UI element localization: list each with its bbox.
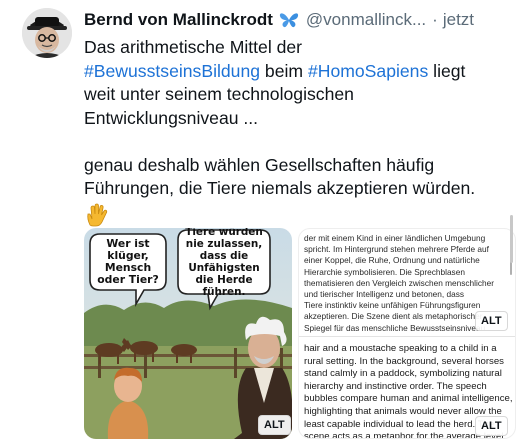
post-image-illustration[interactable]: Wer ist klüger, Mensch oder Tier? Tiere … bbox=[84, 228, 292, 439]
separator-dot: · bbox=[432, 10, 438, 29]
alt-text-line: rural setting. In the background, severa… bbox=[304, 355, 504, 367]
alt-text-line: bubbles compare human and animal intelli… bbox=[304, 393, 513, 405]
author-handle[interactable]: @vonmallinck... bbox=[306, 10, 426, 30]
post-text-fragment: beim bbox=[260, 60, 308, 81]
butterfly-icon bbox=[278, 11, 300, 29]
alt-text-line: der mit einem Kind in einer ländlichen U… bbox=[304, 233, 486, 243]
alt-text-line: akzeptieren. Die Szene dient als metapho… bbox=[304, 311, 483, 322]
speech-bubble-right-text: Tiere würden nie zulassen, dass die Unfä… bbox=[185, 228, 263, 298]
post-text-line: #BewusstseinsBildung beim #HomoSapiens l… bbox=[84, 60, 514, 84]
divider bbox=[299, 336, 515, 337]
alt-text-line: Tiere instinktiv keine unfähigen Führung… bbox=[304, 300, 481, 311]
alt-badge[interactable]: ALT bbox=[258, 415, 291, 435]
post-text-line: Entwicklungsniveau ... bbox=[84, 107, 259, 128]
timestamp[interactable]: jetzt bbox=[443, 10, 474, 30]
post-image-alt-text[interactable]: der mit einem Kind in einer ländlichen U… bbox=[298, 228, 516, 439]
hashtag-link[interactable]: #BewusstseinsBildung bbox=[84, 61, 260, 81]
alt-text-line: thematisieren den Vergleich zwischen men… bbox=[304, 277, 495, 288]
author-name[interactable]: Bernd von Mallinckrodt bbox=[84, 10, 273, 30]
post-text-fragment: liegt bbox=[428, 60, 466, 81]
post-header: Bernd von Mallinckrodt @vonmallinck... ·… bbox=[84, 9, 508, 31]
alt-text-line: hair and a moustache speaking to a child… bbox=[304, 343, 497, 354]
media-grid: Wer ist klüger, Mensch oder Tier? Tiere … bbox=[84, 228, 516, 439]
alt-text-line: Spiegel für das menschliche Bewusstseins… bbox=[304, 322, 488, 333]
post-text-line: weit unter seinem technologischen bbox=[84, 84, 354, 104]
speech-bubble-right: Tiere würden nie zulassen, dass die Unfä… bbox=[180, 228, 268, 298]
alt-text-line: hierarchy and instinctive order. The spe… bbox=[304, 380, 487, 392]
alt-text-line: Hierarchie symbolisieren. Die Sprechblas… bbox=[304, 266, 465, 277]
speech-bubble-left-text: Wer ist klüger, Mensch oder Tier? bbox=[97, 237, 159, 286]
hashtag-link[interactable]: #HomoSapiens bbox=[308, 61, 428, 81]
alt-text-german: der mit einem Kind in einer ländlichen U… bbox=[304, 233, 504, 334]
post-text-line: Das arithmetische Mittel der bbox=[84, 37, 303, 57]
post-body: Das arithmetische Mittel der #Bewusstsei… bbox=[84, 36, 514, 233]
alt-badge[interactable]: ALT bbox=[475, 416, 508, 436]
alt-text-line: stand calmly in a paddock, symbolizing n… bbox=[304, 368, 502, 380]
post-text-line: Führungen, die Tiere niemals akzeptieren… bbox=[84, 178, 476, 198]
speech-bubble-left: Wer ist klüger, Mensch oder Tier? bbox=[93, 236, 163, 288]
page-scrollbar[interactable] bbox=[510, 215, 513, 263]
alt-text-line: und tierischer Intelligenz und betonen, … bbox=[304, 289, 465, 300]
alt-text-line: einer Koppel, die Ruhe, Ordnung und natü… bbox=[304, 255, 480, 266]
avatar[interactable] bbox=[22, 8, 72, 58]
alt-text-line: spricht. Im Hintergrund stehen mehrere P… bbox=[304, 244, 489, 255]
alt-badge[interactable]: ALT bbox=[475, 311, 508, 331]
avatar-portrait-icon bbox=[22, 8, 72, 58]
post-text-line: genau deshalb wählen Gesellschaften häuf… bbox=[84, 154, 435, 175]
